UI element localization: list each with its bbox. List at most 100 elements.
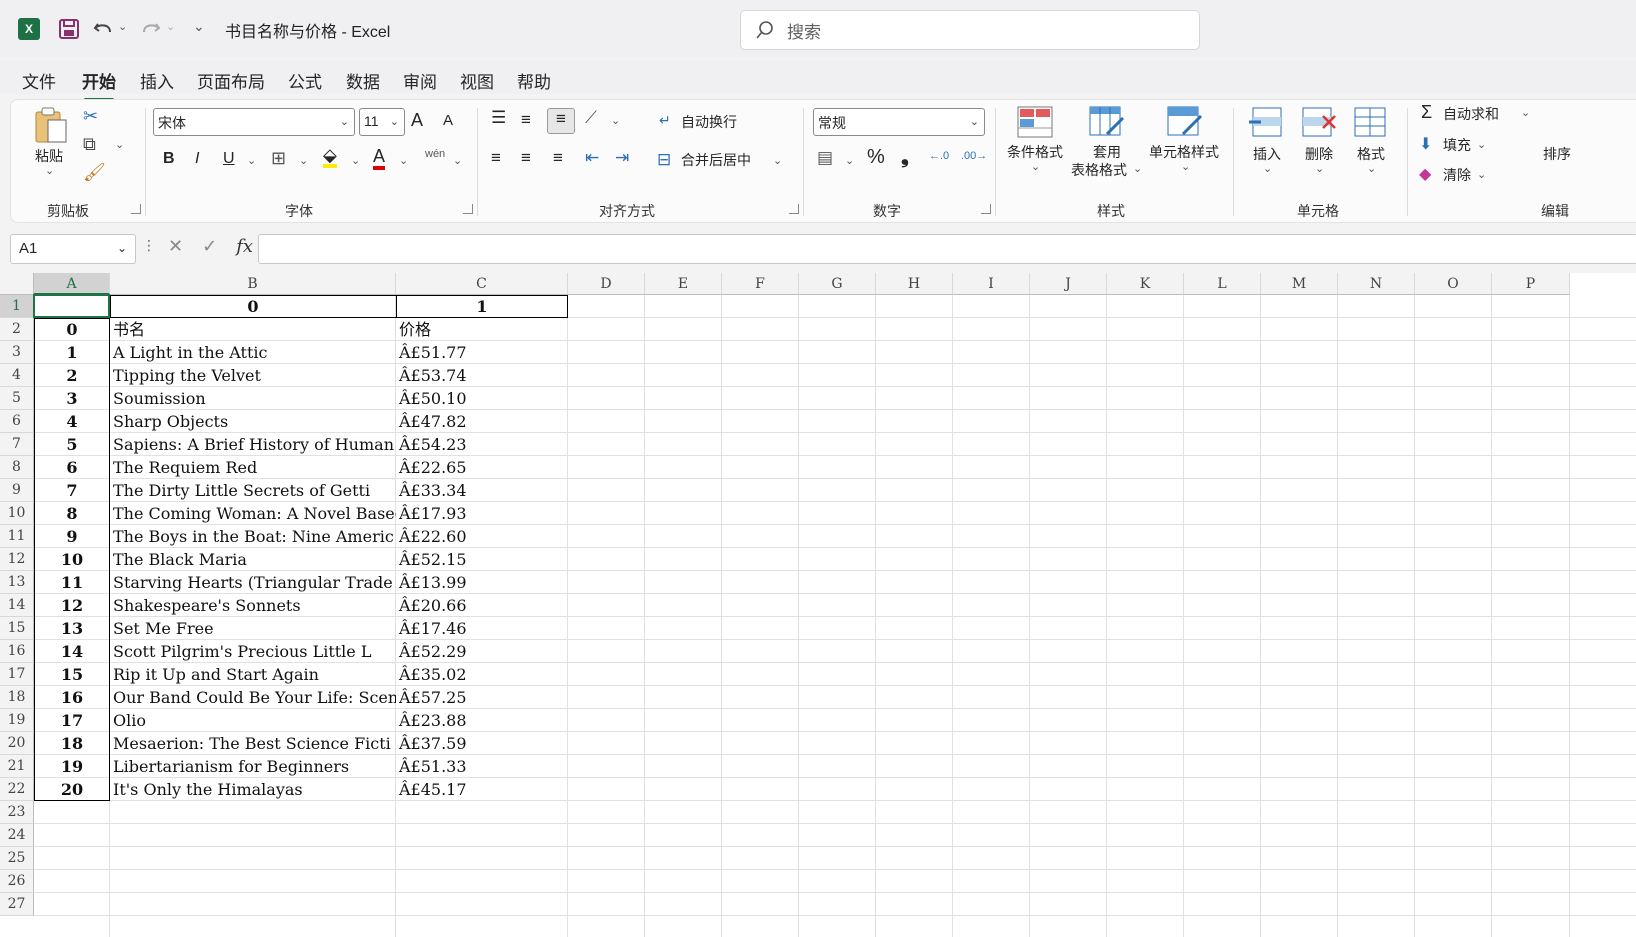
spreadsheet-grid[interactable]: A B C D E F G H I J K L M N O P 1 2 3 4 5 6 7 8 9 10 11 12 13 14 15 16 1… (0, 273, 1636, 937)
column-header[interactable]: J (1030, 273, 1107, 295)
price-cell[interactable]: Â£47.82 (396, 410, 568, 434)
index-cell[interactable]: 10 (34, 548, 110, 572)
book-title-cell[interactable]: Starving Hearts (Triangular Trade (110, 571, 396, 595)
menu-page-layout[interactable]: 页面布局 (197, 68, 265, 93)
price-cell[interactable]: Â£35.02 (396, 663, 568, 687)
book-title-cell[interactable]: The Coming Woman: A Novel Based o (110, 502, 396, 526)
save-icon[interactable] (58, 18, 80, 40)
index-cell[interactable]: 4 (34, 410, 110, 434)
conditional-format-button[interactable]: 条件格式 (1007, 142, 1063, 162)
index-cell[interactable]: 6 (34, 456, 110, 480)
index-cell[interactable]: 15 (34, 663, 110, 687)
price-cell[interactable]: Â£54.23 (396, 433, 568, 457)
menu-data[interactable]: 数据 (346, 68, 380, 93)
book-title-cell[interactable]: The Requiem Red (110, 456, 396, 480)
row-header[interactable]: 25 (0, 847, 34, 870)
row-header[interactable]: 13 (0, 571, 34, 594)
price-cell[interactable]: Â£50.10 (396, 387, 568, 411)
column-header[interactable]: B (110, 273, 396, 295)
index-cell[interactable]: 5 (34, 433, 110, 457)
format-as-table-button-line1[interactable]: 套用 (1093, 142, 1121, 162)
fill-dropdown-icon[interactable]: ⌄ (1477, 138, 1486, 151)
row-header[interactable]: 26 (0, 870, 34, 893)
index-cell[interactable]: 2 (34, 364, 110, 388)
cancel-entry-icon[interactable]: ✕ (168, 236, 183, 256)
insert-function-icon[interactable]: fx (236, 236, 253, 257)
menu-file[interactable]: 文件 (22, 68, 56, 93)
row-header[interactable]: 6 (0, 410, 34, 433)
customize-toolbar-icon[interactable]: ⌄ (193, 18, 205, 35)
price-cell[interactable]: Â£17.46 (396, 617, 568, 641)
price-cell[interactable]: Â£20.66 (396, 594, 568, 618)
accounting-dropdown-icon[interactable]: ⌄ (845, 154, 854, 167)
index-cell[interactable]: 18 (34, 732, 110, 756)
price-cell[interactable]: Â£57.25 (396, 686, 568, 710)
price-cell[interactable]: Â£22.65 (396, 456, 568, 480)
increase-indent-icon[interactable]: ⇥ (615, 148, 629, 168)
row-header[interactable]: 3 (0, 341, 34, 364)
menu-view[interactable]: 视图 (460, 68, 494, 93)
increase-decimal-icon[interactable]: ←.0 (929, 150, 949, 162)
alignment-launcher-icon[interactable] (789, 204, 799, 214)
column-header[interactable]: M (1261, 273, 1338, 295)
price-cell[interactable]: Â£51.33 (396, 755, 568, 779)
menu-formulas[interactable]: 公式 (288, 68, 322, 93)
orientation-dropdown-icon[interactable]: ⌄ (611, 114, 620, 127)
align-right-icon[interactable]: ≡ (553, 148, 563, 168)
index-cell[interactable]: 14 (34, 640, 110, 664)
row-header[interactable]: 11 (0, 525, 34, 548)
price-cell[interactable]: Â£51.77 (396, 341, 568, 365)
paste-dropdown-icon[interactable]: ⌄ (45, 164, 54, 177)
format-cells-icon[interactable] (1353, 104, 1389, 138)
column-header[interactable]: C (396, 273, 568, 295)
paste-icon[interactable] (33, 106, 69, 146)
book-title-cell[interactable]: Sapiens: A Brief History of Human (110, 433, 396, 457)
font-name-select[interactable]: 宋体 ⌄ (153, 108, 355, 136)
price-cell[interactable]: Â£52.15 (396, 548, 568, 572)
row-header[interactable]: 23 (0, 801, 34, 824)
format-as-table-dropdown-icon[interactable]: ⌄ (1133, 162, 1142, 175)
column-header[interactable]: A (34, 273, 110, 295)
row-header[interactable]: 17 (0, 663, 34, 686)
column-header[interactable]: N (1338, 273, 1415, 295)
table-header-cell[interactable]: 1 (396, 295, 568, 319)
column-header[interactable]: P (1492, 273, 1570, 295)
price-cell[interactable]: Â£45.17 (396, 778, 568, 802)
book-title-cell[interactable]: 书名 (110, 318, 396, 342)
align-top-icon[interactable]: ☰ (491, 108, 506, 128)
row-header[interactable]: 1 (0, 295, 34, 318)
table-header-cell[interactable]: 0 (110, 295, 396, 319)
index-cell[interactable]: 1 (34, 341, 110, 365)
phonetic-guide-icon[interactable]: wén (425, 148, 445, 160)
book-title-cell[interactable]: Our Band Could Be Your Life: Scen (110, 686, 396, 710)
italic-button[interactable]: I (195, 150, 199, 168)
grow-font-icon[interactable]: A (411, 110, 423, 131)
menu-review[interactable]: 审阅 (403, 68, 437, 93)
insert-cells-button[interactable]: 插入 (1253, 144, 1281, 164)
book-title-cell[interactable]: Tipping the Velvet (110, 364, 396, 388)
autosum-button[interactable]: 自动求和 (1443, 104, 1499, 124)
row-header[interactable]: 24 (0, 824, 34, 847)
align-bottom-icon[interactable]: ≡ (547, 108, 575, 134)
price-cell[interactable]: Â£23.88 (396, 709, 568, 733)
select-all-corner[interactable] (0, 273, 34, 295)
cell-styles-button[interactable]: 单元格样式 (1149, 142, 1219, 162)
redo-dropdown-icon[interactable]: ⌄ (166, 20, 175, 33)
row-header[interactable]: 16 (0, 640, 34, 663)
clipboard-launcher-icon[interactable] (131, 204, 141, 214)
row-header[interactable]: 10 (0, 502, 34, 525)
conditional-format-dropdown-icon[interactable]: ⌄ (1031, 160, 1040, 173)
index-cell[interactable]: 9 (34, 525, 110, 549)
index-cell[interactable]: 19 (34, 755, 110, 779)
book-title-cell[interactable]: The Boys in the Boat: Nine Americ (110, 525, 396, 549)
redo-icon[interactable] (140, 18, 162, 40)
merge-center-button[interactable]: 合并后居中 (681, 150, 751, 170)
delete-cells-icon[interactable] (1301, 106, 1337, 138)
row-header[interactable]: 14 (0, 594, 34, 617)
price-cell[interactable]: Â£17.93 (396, 502, 568, 526)
undo-dropdown-icon[interactable]: ⌄ (118, 20, 127, 33)
orientation-icon[interactable]: ⟋ (585, 108, 597, 128)
insert-cells-icon[interactable] (1249, 106, 1285, 138)
price-cell[interactable]: 价格 (396, 318, 568, 342)
price-cell[interactable]: Â£22.60 (396, 525, 568, 549)
